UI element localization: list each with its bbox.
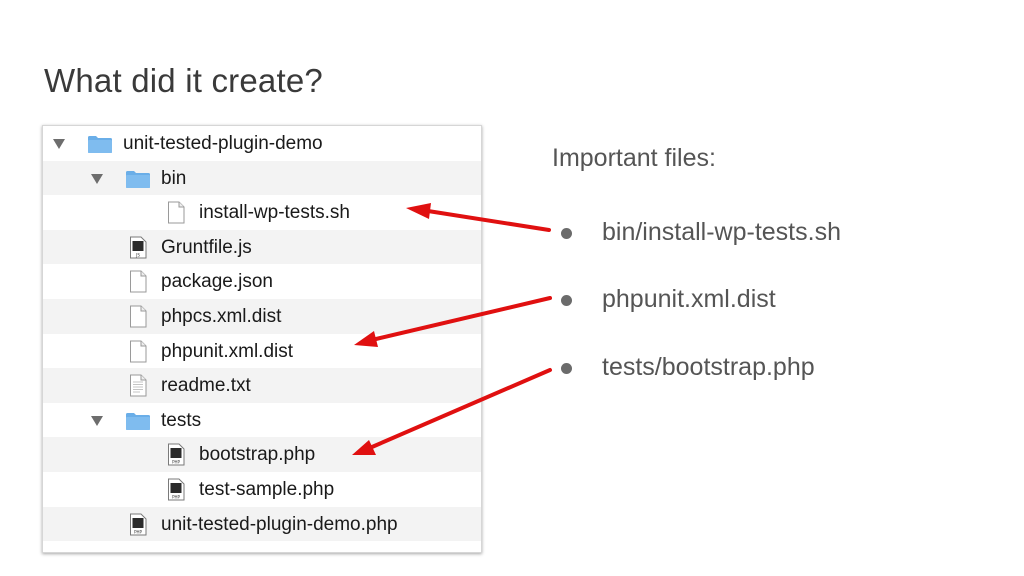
tree-row-bin[interactable]: bin	[43, 160, 481, 196]
important-file-label: tests/bootstrap.php	[602, 353, 815, 381]
tree-label: bin	[161, 167, 187, 189]
tree-label: unit-tested-plugin-demo.php	[161, 513, 398, 535]
tree-row-gruntfile-js[interactable]: JS Gruntfile.js	[43, 229, 481, 265]
tree-label: readme.txt	[161, 375, 251, 397]
tree-row-tests[interactable]: tests	[43, 403, 481, 438]
php-badge-text: PHP	[172, 494, 180, 499]
bullet-icon	[561, 228, 572, 239]
blank-file-icon	[130, 305, 147, 328]
folder-icon	[88, 136, 112, 153]
finder-file-tree: unit-tested-plugin-demo bin install-wp-t…	[42, 125, 482, 553]
tree-label: install-wp-tests.sh	[199, 202, 350, 224]
important-files-heading: Important files:	[552, 144, 716, 172]
tree-row-package-json[interactable]: package.json	[43, 264, 481, 299]
php-file-icon: PHP	[130, 513, 147, 536]
slide-title: What did it create?	[44, 62, 323, 99]
folder-icon	[126, 170, 150, 188]
tree-label: unit-tested-plugin-demo	[123, 133, 323, 154]
tree-label: test-sample.php	[199, 478, 335, 500]
tree-label: Gruntfile.js	[161, 236, 252, 258]
js-badge-text: JS	[135, 252, 140, 257]
tree-label: bootstrap.php	[199, 444, 316, 466]
disclosure-triangle-icon[interactable]	[91, 173, 103, 184]
tree-row-test-sample-php[interactable]: PHP test-sample.php	[43, 472, 481, 507]
php-badge-text: PHP	[134, 529, 142, 534]
tree-label: tests	[161, 409, 202, 431]
js-file-icon: JS	[130, 236, 147, 259]
tree-label: phpcs.xml.dist	[161, 305, 282, 327]
text-file-icon	[130, 374, 147, 397]
tree-row-readme-txt[interactable]: readme.txt	[43, 368, 481, 403]
disclosure-triangle-icon[interactable]	[91, 415, 103, 426]
disclosure-triangle-icon[interactable]	[53, 139, 65, 149]
tree-row-bootstrap-php[interactable]: PHP bootstrap.php	[43, 437, 481, 472]
bullet-icon	[561, 363, 572, 374]
important-file-label: phpunit.xml.dist	[602, 285, 776, 313]
blank-file-icon	[130, 340, 147, 363]
blank-file-icon	[130, 270, 147, 293]
php-file-icon: PHP	[168, 478, 185, 501]
tree-row-phpcs-xml-dist[interactable]: phpcs.xml.dist	[43, 298, 481, 334]
php-file-icon: PHP	[168, 443, 185, 466]
tree-label: package.json	[161, 271, 273, 293]
tree-label: phpunit.xml.dist	[161, 340, 294, 362]
php-badge-text: PHP	[172, 460, 180, 465]
folder-icon	[126, 412, 150, 430]
tree-row-unit-tested-plugin-demo[interactable]: unit-tested-plugin-demo	[43, 126, 481, 161]
tree-row-unit-tested-plugin-demo-php[interactable]: PHP unit-tested-plugin-demo.php	[43, 506, 481, 542]
important-file-label: bin/install-wp-tests.sh	[602, 218, 841, 246]
tree-row-install-wp-tests-sh[interactable]: install-wp-tests.sh	[43, 195, 481, 230]
bullet-icon	[561, 295, 572, 306]
tree-row-phpunit-xml-dist[interactable]: phpunit.xml.dist	[43, 334, 481, 369]
blank-file-icon	[168, 201, 185, 224]
